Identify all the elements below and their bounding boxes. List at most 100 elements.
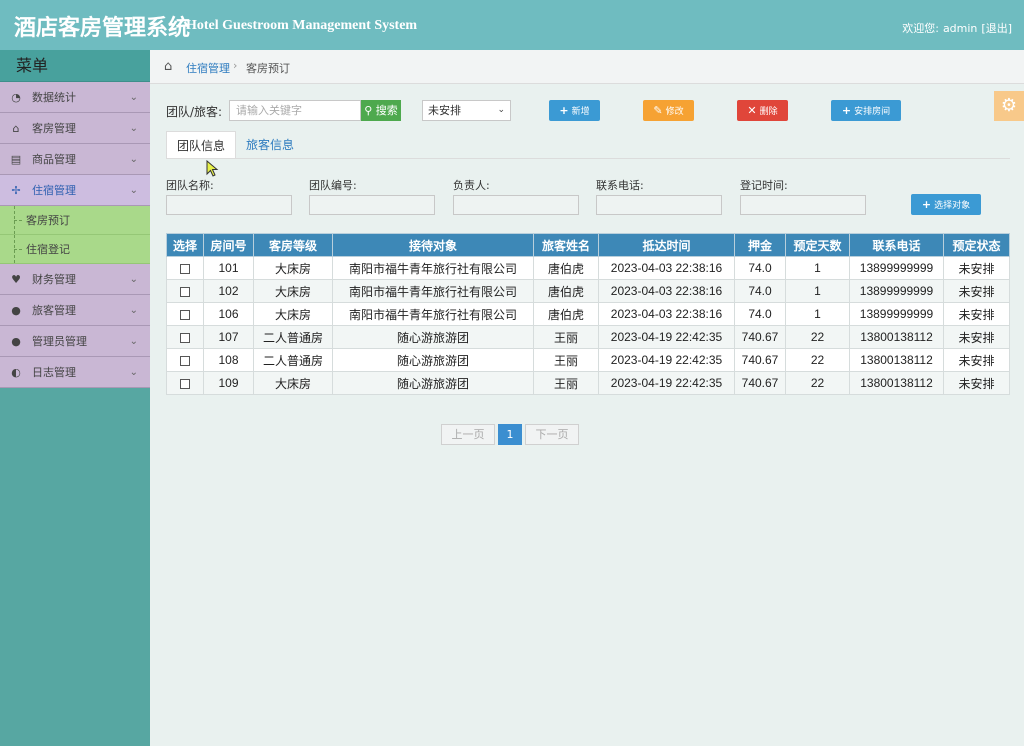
prev-page-button[interactable]: 上一页 [441,424,495,445]
leader-field[interactable] [453,195,579,215]
table-cell: 大床房 [253,279,333,303]
sidebar-item-guests[interactable]: ● 旅客管理 ⌄ [0,295,150,326]
delete-button-label: 删除 [759,107,778,117]
row-checkbox[interactable] [180,286,190,297]
row-select-cell [166,348,204,372]
table-cell: 随心游旅游团 [332,325,534,349]
booking-table: 选择 房间号 客房等级 接待对象 旅客姓名 抵达时间 押金 预定天数 联系电话 … [166,233,1010,395]
team-name-label: 团队名称: [166,179,214,192]
gear-icon[interactable]: ⚙ [994,91,1024,121]
sidebar-item-lodging[interactable]: ✢ 住宿管理 ⌄ [0,175,150,206]
table-row[interactable]: 101 大床房 南阳市福牛青年旅行社有限公司 唐伯虎 2023-04-03 22:38:… [166,256,1010,280]
app-subtitle: Hotel Guestroom Management System [186,18,418,33]
plus-icon: + [841,104,852,117]
delete-button[interactable]: ✕ 删除 [737,100,788,121]
welcome-area: 欢迎您: admin [退出] [898,20,1012,36]
table-cell: 1 [785,256,850,280]
table-cell: 740.67 [734,348,786,372]
sidebar-item-label: 旅客管理 [32,304,76,317]
sidebar-item-goods[interactable]: ▤ 商品管理 ⌄ [0,144,150,175]
table-cell: 大床房 [253,302,333,326]
team-no-field[interactable] [309,195,435,215]
table-cell: 102 [203,279,254,303]
row-checkbox[interactable] [180,263,190,274]
table-cell: 13899999999 [849,279,944,303]
sidebar-item-admins[interactable]: ● 管理员管理 ⌄ [0,326,150,357]
leader-label: 负责人: [453,179,490,192]
chevron-down-icon: ⌄ [129,305,138,316]
row-checkbox[interactable] [180,355,190,366]
column-header: 房间号 [203,233,254,257]
table-cell: 二人普通房 [253,348,333,372]
search-icon: ⚲ [364,104,373,117]
sidebar-item-label: 客房管理 [32,122,76,135]
sidebar-subitem-checkin[interactable]: 住宿登记 [0,235,150,264]
pencil-icon: ✎ [653,104,663,117]
table-cell: 108 [203,348,254,372]
sidebar-item-finance[interactable]: ♥ 财务管理 ⌄ [0,264,150,295]
table-row[interactable]: 107 二人普通房 随心游旅游团 王丽 2023-04-19 22:42:35 740.6… [166,325,1010,349]
top-header: 酒店客房管理系统 Hotel Guestroom Management Syst… [0,0,1024,50]
sidebar-item-rooms[interactable]: ⌂ 客房管理 ⌄ [0,113,150,144]
table-cell: 740.67 [734,325,786,349]
mouse-cursor-icon [206,160,219,177]
plus-icon: + [921,198,932,211]
chevron-down-icon: ⌄ [129,274,138,285]
reg-time-label: 登记时间: [740,179,788,192]
sidebar-item-logs[interactable]: ◐ 日志管理 ⌄ [0,357,150,388]
tab-guest-info[interactable]: 旅客信息 [236,131,304,159]
app-title: 酒店客房管理系统 [14,16,191,41]
table-cell: 二人普通房 [253,325,333,349]
search-input[interactable] [229,100,361,121]
table-cell: 2023-04-03 22:38:16 [598,256,735,280]
team-name-field[interactable] [166,195,292,215]
lodging-submenu: 客房预订 住宿登记 [0,206,150,264]
add-button[interactable]: + 新增 [549,100,600,121]
table-cell: 王丽 [533,325,599,349]
filter-label: 团队/旅客: [166,105,223,119]
row-checkbox[interactable] [180,309,190,320]
table-row[interactable]: 106 大床房 南阳市福牛青年旅行社有限公司 唐伯虎 2023-04-03 22:38:… [166,302,1010,326]
sidebar-item-label: 数据统计 [32,91,76,104]
table-cell: 1 [785,279,850,303]
row-select-cell [166,302,204,326]
contrast-icon: ◐ [11,366,21,379]
next-page-button[interactable]: 下一页 [525,424,579,445]
tab-divider [166,158,1010,159]
phone-field[interactable] [596,195,722,215]
chevron-down-icon: ⌄ [129,123,138,134]
table-row[interactable]: 102 大床房 南阳市福牛青年旅行社有限公司 唐伯虎 2023-04-03 22:38:… [166,279,1010,303]
table-row[interactable]: 108 二人普通房 随心游旅游团 王丽 2023-04-19 22:42:35 740.6… [166,348,1010,372]
home-icon[interactable]: ⌂ [164,59,172,74]
logout-link[interactable]: [退出] [981,22,1012,35]
phone-label: 联系电话: [596,179,644,192]
table-cell: 王丽 [533,371,599,395]
chevron-down-icon: ⌄ [129,367,138,378]
table-cell: 2023-04-19 22:42:35 [598,371,735,395]
reg-time-field[interactable] [740,195,866,215]
arrange-room-button-label: 安排房间 [854,107,891,117]
row-select-cell [166,325,204,349]
welcome-label: 欢迎您: [902,22,939,35]
breadcrumb-parent-link[interactable]: 住宿管理 [186,60,230,76]
table-cell: 13899999999 [849,302,944,326]
table-cell: 13899999999 [849,256,944,280]
status-select[interactable]: 未安排 ⌄ [422,100,511,121]
edit-button[interactable]: ✎ 修改 [643,100,694,121]
menu-title: 菜单 [0,50,150,82]
table-cell: 未安排 [943,325,1010,349]
row-checkbox[interactable] [180,378,190,389]
select-target-button[interactable]: + 选择对象 [911,194,981,215]
table-cell: 未安排 [943,302,1010,326]
search-button[interactable]: ⚲ 搜索 [361,100,401,121]
page-1-button[interactable]: 1 [498,424,522,445]
sidebar-subitem-room-booking[interactable]: 客房预订 [0,206,150,235]
row-checkbox[interactable] [180,332,190,343]
table-row[interactable]: 109 大床房 随心游旅游团 王丽 2023-04-19 22:42:35 740.67 2… [166,371,1010,395]
sidebar-item-statistics[interactable]: ◔ 数据统计 ⌄ [0,82,150,113]
table-cell: 101 [203,256,254,280]
chevron-down-icon: ⌄ [129,154,138,165]
tab-team-info[interactable]: 团队信息 [166,131,237,159]
table-cell: 南阳市福牛青年旅行社有限公司 [332,279,534,303]
arrange-room-button[interactable]: + 安排房间 [831,100,901,121]
